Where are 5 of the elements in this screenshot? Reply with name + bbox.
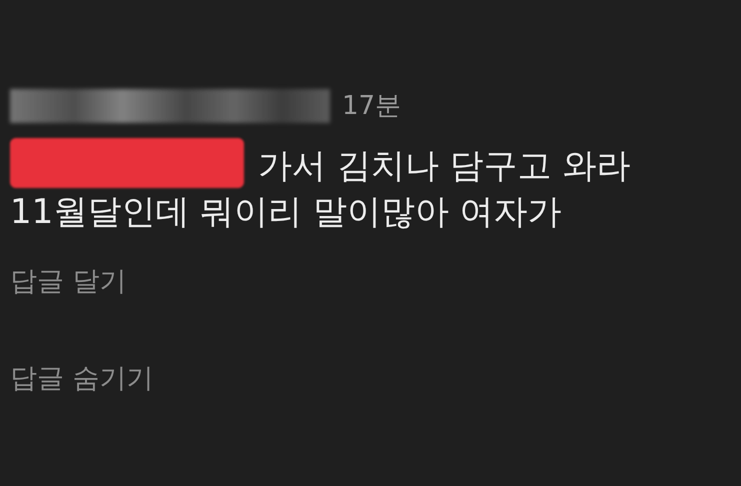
comment-text: 11월달인데 뭐이리 말이많아 여자가 <box>10 191 562 234</box>
comment-time: 17분 <box>342 90 402 122</box>
comment-text: 가서 김치나 담구고 와라 <box>258 145 630 188</box>
reply-link[interactable]: 답글 달기 <box>10 262 127 302</box>
reply-link[interactable]: 답글 숨기기 <box>10 358 154 399</box>
